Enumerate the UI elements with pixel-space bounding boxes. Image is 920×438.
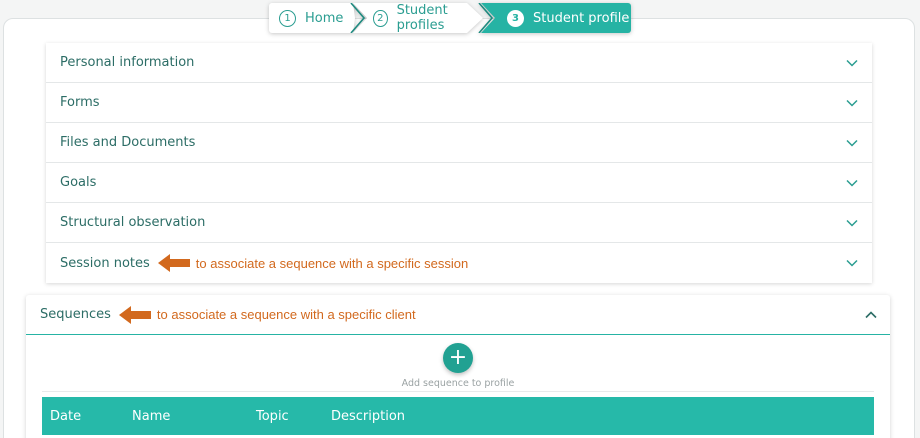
section-label: Forms <box>60 95 100 110</box>
section-label: Structural observation <box>60 215 206 230</box>
breadcrumb-label: Home <box>305 10 344 26</box>
column-header-topic[interactable]: Topic <box>256 409 289 424</box>
annotation-text: to associate a sequence with a specific … <box>156 307 416 322</box>
chevron-down-icon <box>846 259 858 267</box>
add-sequence-button[interactable]: + <box>443 343 473 373</box>
sequences-panel: Sequences to associate a sequence with a… <box>26 295 890 438</box>
section-label: Goals <box>60 175 97 190</box>
step-number: 1 <box>279 9 296 27</box>
annotation-text: to associate a sequence with a specific … <box>195 255 469 271</box>
section-files-and-documents[interactable]: Files and Documents <box>46 123 872 163</box>
breadcrumb-label: Student profiles <box>396 3 448 33</box>
sequences-table-header: Date Name Topic Description <box>42 397 874 435</box>
sequences-header[interactable]: Sequences to associate a sequence with a… <box>26 295 890 335</box>
column-header-name[interactable]: Name <box>132 409 170 424</box>
profile-sections: Personal information Forms Files and Doc… <box>46 43 872 283</box>
add-sequence-label: Add sequence to profile <box>401 378 515 389</box>
sequences-title: Sequences <box>40 307 111 322</box>
arrow-left-icon <box>157 254 190 272</box>
sequences-annotation: to associate a sequence with a specific … <box>118 305 416 324</box>
breadcrumb-student-profile[interactable]: 3 Student profile <box>481 3 631 33</box>
step-number: 3 <box>507 9 524 27</box>
plus-icon: + <box>448 345 468 370</box>
session-notes-annotation: to associate a sequence with a specific … <box>157 254 469 272</box>
chevron-down-icon <box>846 99 858 107</box>
section-session-notes[interactable]: Session notes to associate a sequence wi… <box>46 243 872 283</box>
arrow-left-icon <box>118 305 151 324</box>
chevron-down-icon <box>846 179 858 187</box>
column-header-description[interactable]: Description <box>331 409 405 424</box>
section-label: Personal information <box>60 55 195 70</box>
divider <box>42 391 874 392</box>
breadcrumb: 1 Home 2 Student profiles 3 Student prof… <box>269 3 631 33</box>
breadcrumb-home[interactable]: 1 Home <box>269 3 355 33</box>
add-sequence-area: + Add sequence to profile <box>26 343 890 389</box>
chevron-down-icon <box>846 139 858 147</box>
section-goals[interactable]: Goals <box>46 163 872 203</box>
section-personal-information[interactable]: Personal information <box>46 43 872 83</box>
section-label: Session notes <box>60 255 150 271</box>
chevron-up-icon <box>865 310 877 318</box>
section-label: Files and Documents <box>60 135 196 150</box>
breadcrumb-label: Student profile <box>533 10 630 26</box>
section-forms[interactable]: Forms <box>46 83 872 123</box>
breadcrumb-student-profiles[interactable]: 2 Student profiles <box>353 3 483 33</box>
section-structural-observation[interactable]: Structural observation <box>46 203 872 243</box>
chevron-down-icon <box>846 59 858 67</box>
step-number: 2 <box>373 9 388 27</box>
chevron-down-icon <box>846 219 858 227</box>
column-header-date[interactable]: Date <box>50 409 81 424</box>
